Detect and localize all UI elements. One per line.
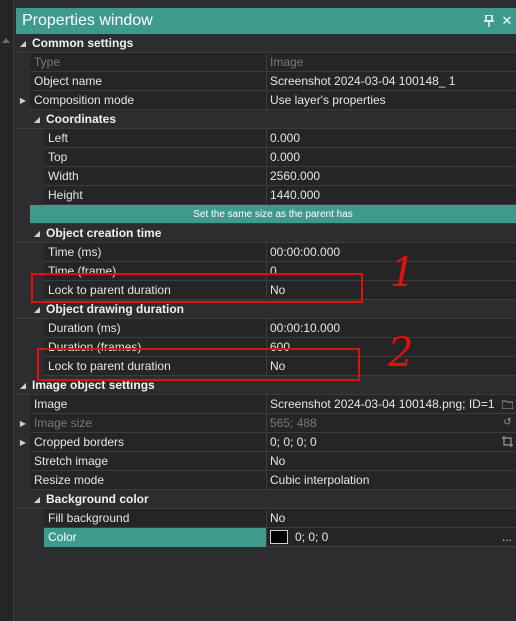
property-name: Duration (ms)	[44, 318, 267, 338]
property-row-type[interactable]: Type Image	[16, 52, 516, 72]
window-title: Properties window	[22, 12, 153, 29]
lock-creation-field[interactable]: No	[267, 281, 516, 300]
category-background-color[interactable]: ◢ Background color	[16, 490, 516, 509]
property-row-lock-drawing[interactable]: Lock to parent duration No	[16, 356, 516, 376]
property-name: Duration (frames)	[44, 337, 267, 357]
duration-frames-field[interactable]: 600	[267, 338, 516, 357]
image-field[interactable]: Screenshot 2024-03-04 100148.png; ID=1	[267, 395, 516, 414]
property-name: Lock to parent duration	[44, 280, 267, 300]
category-common-settings[interactable]: ◢ Common settings	[16, 34, 516, 53]
property-name: Composition mode	[30, 90, 267, 110]
left-field[interactable]: 0.000	[267, 129, 516, 148]
property-row-time-frame[interactable]: Time (frame) 0	[16, 261, 516, 281]
property-row-time-ms[interactable]: Time (ms) 00:00:00.000	[16, 242, 516, 262]
color-field[interactable]: 0; 0; 0 ...	[267, 528, 516, 547]
set-same-size-button[interactable]: Set the same size as the parent has	[30, 205, 516, 224]
property-grid: ◢ Common settings Type Image Object name…	[16, 34, 516, 547]
property-row-lock-creation[interactable]: Lock to parent duration No	[16, 280, 516, 300]
property-name: Image	[30, 394, 267, 414]
crop-icon[interactable]	[502, 436, 513, 448]
property-name: Fill background	[44, 508, 267, 528]
property-name: Object name	[30, 71, 267, 91]
category-image-object-settings[interactable]: ◢ Image object settings	[16, 376, 516, 395]
category-object-drawing-duration[interactable]: ◢ Object drawing duration	[16, 300, 516, 319]
lock-drawing-field[interactable]: No	[267, 357, 516, 376]
top-field[interactable]: 0.000	[267, 148, 516, 167]
property-row-color[interactable]: Color 0; 0; 0 ...	[16, 527, 516, 547]
property-name: Top	[44, 147, 267, 167]
property-name: Left	[44, 128, 267, 148]
expand-arrow-icon[interactable]: ▶	[16, 90, 30, 110]
property-name: Time (frame)	[44, 261, 267, 281]
property-row-width[interactable]: Width 2560.000	[16, 166, 516, 186]
property-row-cropped-borders[interactable]: ▶ Cropped borders 0; 0; 0; 0	[16, 432, 516, 452]
property-name: Color	[44, 527, 267, 547]
collapse-triangle-icon[interactable]: ◢	[30, 115, 44, 124]
time-ms-field[interactable]: 00:00:00.000	[267, 243, 516, 262]
property-row-composition-mode[interactable]: ▶ Composition mode Use layer's propertie…	[16, 90, 516, 110]
property-name: Lock to parent duration	[44, 356, 267, 376]
collapse-triangle-icon[interactable]: ◢	[30, 495, 44, 504]
collapse-arrow-icon[interactable]	[2, 38, 10, 43]
collapse-triangle-icon[interactable]: ◢	[16, 381, 30, 390]
properties-window: Properties window ✕ ◢ Common settings Ty…	[16, 8, 516, 621]
property-name: Cropped borders	[30, 432, 267, 452]
property-name: Stretch image	[30, 451, 267, 471]
property-row-height[interactable]: Height 1440.000	[16, 185, 516, 205]
width-field[interactable]: 2560.000	[267, 167, 516, 186]
image-size-value: 565; 488 ↺	[270, 416, 513, 430]
reset-icon[interactable]: ↺	[502, 417, 513, 429]
property-row-resize-mode[interactable]: Resize mode Cubic interpolation	[16, 470, 516, 490]
object-name-field[interactable]: Screenshot 2024-03-04 100148_ 1	[267, 72, 516, 91]
property-name: Resize mode	[30, 470, 267, 490]
composition-mode-field[interactable]: Use layer's properties	[267, 91, 516, 110]
property-value: Image	[270, 55, 304, 69]
window-titlebar: Properties window ✕	[16, 8, 516, 34]
fill-background-field[interactable]: No	[267, 509, 516, 528]
property-name: Time (ms)	[44, 242, 267, 262]
left-dock-strip	[0, 0, 14, 621]
category-coordinates[interactable]: ◢ Coordinates	[16, 110, 516, 129]
property-name: Height	[44, 185, 267, 205]
expand-arrow-icon[interactable]: ▶	[16, 432, 30, 452]
folder-icon[interactable]	[502, 398, 513, 410]
property-name: Type	[30, 52, 267, 72]
cropped-borders-field[interactable]: 0; 0; 0; 0	[267, 433, 516, 452]
collapse-triangle-icon[interactable]: ◢	[30, 229, 44, 238]
property-row-top[interactable]: Top 0.000	[16, 147, 516, 167]
property-row-stretch-image[interactable]: Stretch image No	[16, 451, 516, 471]
property-name: Image size	[30, 413, 267, 433]
color-picker-button[interactable]: ...	[502, 530, 512, 544]
category-object-creation-time[interactable]: ◢ Object creation time	[16, 224, 516, 243]
collapse-triangle-icon[interactable]: ◢	[16, 39, 30, 48]
property-row-duration-ms[interactable]: Duration (ms) 00:00:10.000	[16, 318, 516, 338]
collapse-triangle-icon[interactable]: ◢	[30, 305, 44, 314]
time-frame-field[interactable]: 0	[267, 262, 516, 281]
pin-icon[interactable]	[480, 12, 498, 30]
property-name: Width	[44, 166, 267, 186]
stretch-image-field[interactable]: No	[267, 452, 516, 471]
property-row-object-name[interactable]: Object name Screenshot 2024-03-04 100148…	[16, 71, 516, 91]
duration-ms-field[interactable]: 00:00:10.000	[267, 319, 516, 338]
property-row-duration-frames[interactable]: Duration (frames) 600	[16, 337, 516, 357]
property-row-fill-background[interactable]: Fill background No	[16, 508, 516, 528]
height-field[interactable]: 1440.000	[267, 186, 516, 205]
property-row-left[interactable]: Left 0.000	[16, 128, 516, 148]
color-swatch[interactable]	[270, 530, 288, 544]
property-row-image[interactable]: Image Screenshot 2024-03-04 100148.png; …	[16, 394, 516, 414]
property-row-image-size[interactable]: ▶ Image size 565; 488 ↺	[16, 413, 516, 433]
expand-arrow-icon[interactable]: ▶	[16, 413, 30, 433]
resize-mode-field[interactable]: Cubic interpolation	[267, 471, 516, 490]
close-icon[interactable]: ✕	[498, 12, 516, 30]
